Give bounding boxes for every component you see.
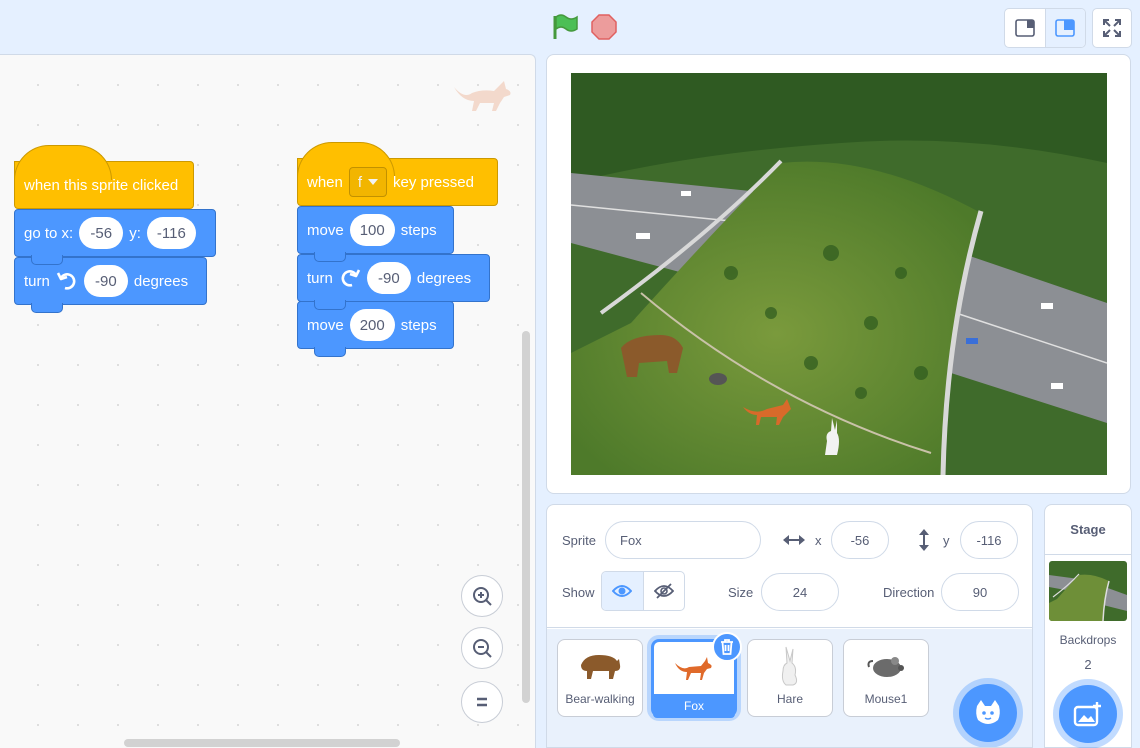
y-arrows-icon (917, 529, 931, 554)
x-input[interactable]: -56 (831, 521, 889, 559)
green-flag-icon[interactable] (551, 13, 579, 41)
size-label: Size (728, 585, 754, 600)
visible-eye-icon[interactable] (602, 572, 643, 610)
stage (546, 54, 1131, 494)
x-arrows-icon (783, 533, 805, 550)
move-unit: steps (400, 316, 437, 334)
sprite-label: Sprite (562, 533, 596, 548)
stage-size-toggle (1004, 8, 1086, 48)
sprite-name: Hare (776, 692, 803, 706)
mouse-icon (844, 640, 928, 692)
turn-degrees-input[interactable]: -90 (366, 262, 411, 294)
turn-label: turn (24, 272, 50, 290)
hat-suffix-label: key pressed (393, 173, 474, 191)
stage-canvas[interactable] (571, 73, 1107, 475)
move-label: move (307, 316, 344, 334)
small-stage-icon[interactable] (1005, 9, 1045, 47)
stage-header (0, 0, 1140, 54)
horizontal-scrollbar[interactable] (124, 739, 400, 747)
zoom-reset-icon[interactable] (461, 681, 503, 723)
goto-y-input[interactable]: -116 (146, 217, 196, 249)
key-value: f (357, 173, 363, 191)
goto-label: go to x: (24, 224, 74, 242)
turn-unit: degrees (416, 269, 472, 287)
x-label: x (815, 533, 822, 548)
sprite-tile-mouse1[interactable]: Mouse1 (843, 639, 929, 717)
stage-title: Stage (1045, 505, 1131, 555)
go-to-xy-block[interactable]: go to x: -56 y: -116 (14, 209, 216, 265)
sprite-tile-bear-walking[interactable]: Bear-walking (557, 639, 643, 717)
hare-icon (748, 640, 832, 692)
turn-degrees-input[interactable]: -90 (83, 265, 128, 297)
stage-selector[interactable]: Stage Backdrops 2 (1044, 504, 1132, 748)
move-unit: steps (400, 221, 437, 239)
direction-input[interactable]: 90 (941, 573, 1019, 611)
hat-when-label: when (307, 173, 343, 191)
sprite-tile-fox[interactable]: Fox (651, 632, 742, 718)
backdrops-count: 2 (1084, 657, 1092, 672)
add-sprite-icon[interactable] (959, 684, 1017, 742)
direction-label: Direction (883, 585, 935, 600)
turn-label: turn (307, 269, 333, 287)
fullscreen-icon[interactable] (1092, 8, 1132, 48)
sprite-list: Bear-walking Fox Hare Mouse1 (547, 629, 1032, 747)
sprite-watermark-icon (450, 77, 514, 118)
y-label: y (943, 533, 950, 548)
add-backdrop-icon[interactable] (1059, 685, 1117, 743)
hidden-eye-icon[interactable] (642, 572, 684, 610)
backdrops-label: Backdrops (1059, 633, 1117, 647)
goto-x-input[interactable]: -56 (79, 217, 124, 249)
sprite-tile-hare[interactable]: Hare (747, 639, 833, 717)
visibility-toggle (601, 571, 685, 611)
zoom-out-icon[interactable] (461, 627, 503, 669)
zoom-in-icon[interactable] (461, 575, 503, 617)
rotate-right-icon (339, 267, 361, 289)
sprite-name: Fox (653, 694, 735, 718)
goto-y-label: y: (129, 224, 141, 242)
chevron-down-icon (368, 179, 379, 185)
bear-icon (558, 640, 642, 692)
hat-label: when this sprite clicked (24, 176, 179, 194)
move-steps-input[interactable]: 100 (349, 214, 395, 246)
move-steps-input[interactable]: 200 (349, 309, 395, 341)
move-steps-block[interactable]: move 100 steps (297, 206, 454, 262)
when-key-pressed-block[interactable]: when f key pressed (297, 142, 498, 206)
sprite-name: Mouse1 (864, 692, 908, 706)
move-label: move (307, 221, 344, 239)
key-dropdown[interactable]: f (348, 167, 388, 197)
turn-unit: degrees (133, 272, 189, 290)
sprite-info: Sprite Fox x -56 y -116 Show Size 24 Dir… (547, 505, 1032, 628)
vertical-scrollbar[interactable] (522, 331, 530, 703)
stop-icon[interactable] (591, 14, 617, 40)
backdrop-thumbnail[interactable] (1049, 561, 1127, 621)
code-workspace[interactable]: when this sprite clicked go to x: -56 y:… (0, 54, 536, 748)
sprite-pane: Sprite Fox x -56 y -116 Show Size 24 Dir… (546, 504, 1033, 748)
y-input[interactable]: -116 (960, 521, 1018, 559)
rotate-left-icon (56, 270, 78, 292)
show-label: Show (562, 585, 595, 600)
trash-icon[interactable] (712, 632, 742, 662)
sprite-name-input[interactable]: Fox (605, 521, 761, 559)
normal-stage-icon[interactable] (1044, 9, 1085, 47)
size-input[interactable]: 24 (761, 573, 839, 611)
when-sprite-clicked-block[interactable]: when this sprite clicked (14, 145, 194, 209)
sprite-name: Bear-walking (565, 692, 635, 706)
